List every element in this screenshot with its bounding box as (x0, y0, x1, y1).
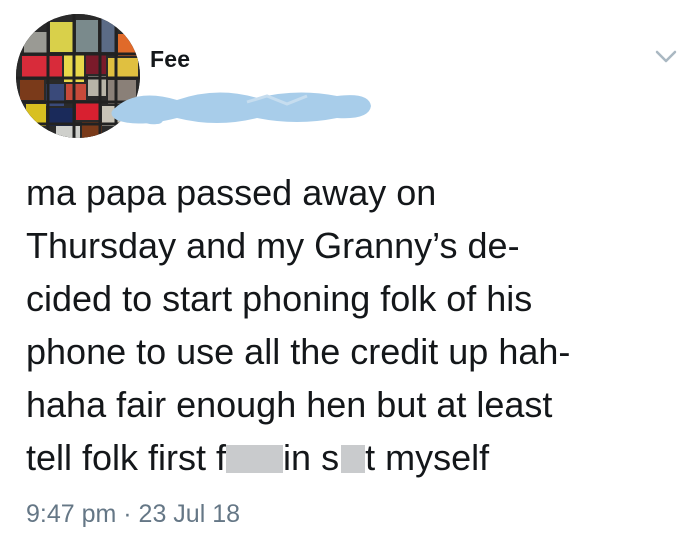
timestamp[interactable]: 9:47 pm · 23 Jul 18 (26, 500, 240, 529)
tweet-text: ma papa passed away on Thursday and my G… (26, 166, 686, 484)
tweet-text-segment: tell folk first f (26, 437, 227, 478)
censor-blur (226, 445, 284, 473)
tweet-text-line: ma papa passed away on (26, 172, 437, 213)
tweet-text-line: Thursday and my Granny’s de- (26, 225, 520, 266)
censor-blur (341, 445, 366, 473)
tweet-text-segment: t myself (365, 437, 490, 478)
handle-redaction (107, 84, 375, 130)
tweet-text-segment: in s (283, 437, 340, 478)
display-name[interactable]: Fee (150, 46, 190, 73)
tweet-text-last-line: tell folk first f in s t myself (26, 431, 686, 484)
chevron-down-icon[interactable] (654, 48, 678, 66)
tweet-text-line: cided to start phoning folk of his (26, 278, 533, 319)
tweet-text-line: haha fair enough hen but at least (26, 384, 553, 425)
tweet-card: Fee ma papa passed away on Thursday and … (0, 0, 700, 550)
tweet-text-line: phone to use all the credit up hah- (26, 331, 571, 372)
